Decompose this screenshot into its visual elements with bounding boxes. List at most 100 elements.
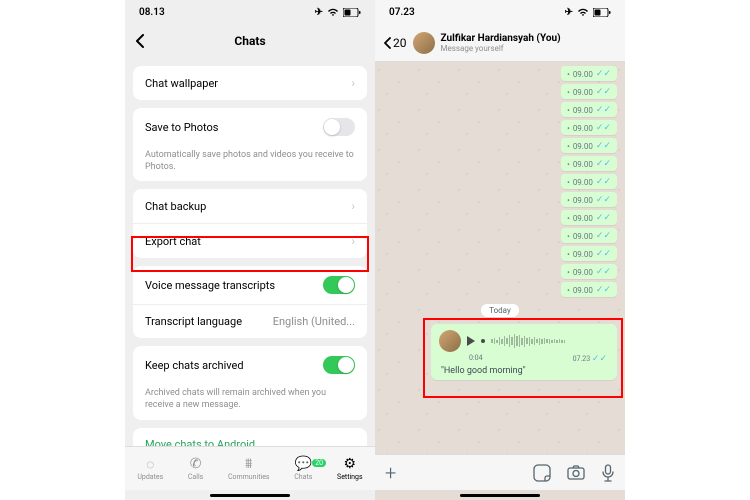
status-time: 08.13 <box>139 7 165 18</box>
microphone-icon[interactable] <box>601 464 615 482</box>
back-count: 20 <box>393 36 407 50</box>
dot-icon: • <box>567 250 570 259</box>
chat-title-block[interactable]: Zulfikar Hardiansyah (You) Message yours… <box>441 33 561 53</box>
tab-calls[interactable]: ✆ Calls <box>188 456 203 481</box>
dot-icon: • <box>567 88 570 97</box>
read-ticks-icon: ✓✓ <box>596 123 611 133</box>
tab-communities[interactable]: ⩩ Communities <box>228 456 270 481</box>
group-wallpaper: Chat wallpaper › <box>133 66 367 100</box>
dot-icon: • <box>567 196 570 205</box>
dot-icon: • <box>567 214 570 223</box>
msg-time: 09.00 <box>573 214 593 223</box>
message-bubble[interactable]: •09.00✓✓ <box>561 138 617 153</box>
chats-badge: 20 <box>312 459 326 467</box>
message-bubble[interactable]: •09.00✓✓ <box>561 210 617 225</box>
progress-dot <box>481 339 485 343</box>
voice-duration: 0:04 <box>469 354 483 364</box>
voice-message[interactable]: 0:04 07.23 ✓✓"Hello good morning" <box>431 324 617 380</box>
waveform[interactable] <box>491 333 609 349</box>
voice-time: 07.23 ✓✓ <box>573 354 607 364</box>
avatar[interactable] <box>413 32 435 54</box>
chat-header: 20 Zulfikar Hardiansyah (You) Message yo… <box>375 24 625 62</box>
read-ticks-icon: ✓✓ <box>596 159 611 169</box>
gear-icon: ⚙︎ <box>344 456 357 472</box>
message-bubble[interactable]: •09.00✓✓ <box>561 174 617 189</box>
label-chat-wallpaper: Chat wallpaper <box>145 77 351 90</box>
tab-settings[interactable]: ⚙︎ Settings <box>337 456 363 481</box>
attach-button[interactable]: + <box>385 461 396 485</box>
status-icons: ✈︎ <box>565 7 611 18</box>
message-bubble[interactable]: •09.00✓✓ <box>561 84 617 99</box>
communities-icon: ⩩ <box>245 456 252 472</box>
tab-label: Chats <box>294 473 312 481</box>
msg-time: 09.00 <box>573 106 593 115</box>
msg-time: 09.00 <box>573 178 593 187</box>
toggle-keep-archived[interactable] <box>323 356 355 374</box>
message-bubble[interactable]: •09.00✓✓ <box>561 66 617 81</box>
row-move-android[interactable]: Move chats to Android <box>133 428 367 446</box>
read-ticks-icon: ✓✓ <box>596 195 611 205</box>
read-ticks-icon: ✓✓ <box>596 87 611 97</box>
message-bubble[interactable]: •09.00✓✓ <box>561 264 617 279</box>
message-bubble[interactable]: •09.00✓✓ <box>561 228 617 243</box>
read-ticks-icon: ✓✓ <box>596 141 611 151</box>
camera-icon[interactable] <box>567 464 585 482</box>
row-voice-transcripts[interactable]: Voice message transcripts <box>133 266 367 304</box>
message-bubble[interactable]: •09.00✓✓ <box>561 156 617 171</box>
read-ticks-icon: ✓✓ <box>596 285 611 295</box>
message-bubble[interactable]: •09.00✓✓ <box>561 120 617 135</box>
value-transcript-language: English (United... <box>273 315 355 328</box>
message-bubble[interactable]: •09.00✓✓ <box>561 102 617 117</box>
tab-updates[interactable]: ◌ Updates <box>137 456 163 481</box>
battery-icon <box>343 8 361 17</box>
row-save-photos[interactable]: Save to Photos <box>133 108 367 146</box>
tab-label: Communities <box>228 473 270 481</box>
chat-name: Zulfikar Hardiansyah (You) <box>441 33 561 44</box>
read-ticks-icon: ✓✓ <box>596 69 611 79</box>
row-transcript-language[interactable]: Transcript language English (United... <box>133 304 367 338</box>
dot-icon: • <box>567 268 570 277</box>
read-ticks-icon: ✓✓ <box>596 105 611 115</box>
label-transcript-language: Transcript language <box>145 315 273 328</box>
battery-icon <box>593 8 611 17</box>
msg-time: 09.00 <box>573 160 593 169</box>
voice-transcript: "Hello good morning" <box>439 364 609 376</box>
airplane-icon: ✈︎ <box>315 7 323 18</box>
dot-icon: • <box>567 160 570 169</box>
settings-chats-screen: 08.13 ✈︎ Chats Chat wallpaper › <box>125 0 375 500</box>
row-chat-wallpaper[interactable]: Chat wallpaper › <box>133 66 367 100</box>
updates-icon: ◌ <box>146 456 154 472</box>
back-button[interactable] <box>135 34 145 48</box>
play-icon[interactable] <box>467 336 475 346</box>
message-bubble[interactable]: •09.00✓✓ <box>561 246 617 261</box>
dot-icon: • <box>567 124 570 133</box>
row-export[interactable]: Export chat › <box>133 223 367 258</box>
date-chip: Today <box>481 304 519 317</box>
chat-body[interactable]: •09.00✓✓•09.00✓✓•09.00✓✓•09.00✓✓•09.00✓✓… <box>375 62 625 454</box>
chats-icon: 💬 <box>295 456 312 472</box>
message-bubble[interactable]: •09.00✓✓ <box>561 282 617 297</box>
chevron-right-icon: › <box>351 76 355 90</box>
toggle-save-photos[interactable] <box>323 118 355 136</box>
group-keep-archived: Keep chats archived Archived chats will … <box>133 346 367 419</box>
help-keep-archived: Archived chats will remain archived when… <box>133 384 367 419</box>
avatar <box>439 330 461 352</box>
message-list: •09.00✓✓•09.00✓✓•09.00✓✓•09.00✓✓•09.00✓✓… <box>383 66 617 380</box>
toggle-voice-transcripts[interactable] <box>323 276 355 294</box>
tab-label: Updates <box>137 473 163 481</box>
tab-chats[interactable]: 💬 20 Chats <box>294 456 312 481</box>
label-export: Export chat <box>145 235 351 248</box>
group-backup-export: Chat backup › Export chat › <box>133 189 367 258</box>
row-keep-archived[interactable]: Keep chats archived <box>133 346 367 384</box>
row-backup[interactable]: Chat backup › <box>133 189 367 223</box>
chat-subtitle: Message yourself <box>441 44 561 53</box>
tab-bar: ◌ Updates ✆ Calls ⩩ Communities 💬 20 Cha… <box>125 446 375 490</box>
back-button[interactable]: 20 <box>383 36 407 50</box>
label-voice-transcripts: Voice message transcripts <box>145 279 323 292</box>
read-ticks-icon: ✓✓ <box>596 249 611 259</box>
message-bubble[interactable]: •09.00✓✓ <box>561 192 617 207</box>
tab-label: Settings <box>337 473 363 481</box>
home-indicator <box>125 490 375 500</box>
dot-icon: • <box>567 142 570 151</box>
sticker-icon[interactable] <box>533 464 551 482</box>
